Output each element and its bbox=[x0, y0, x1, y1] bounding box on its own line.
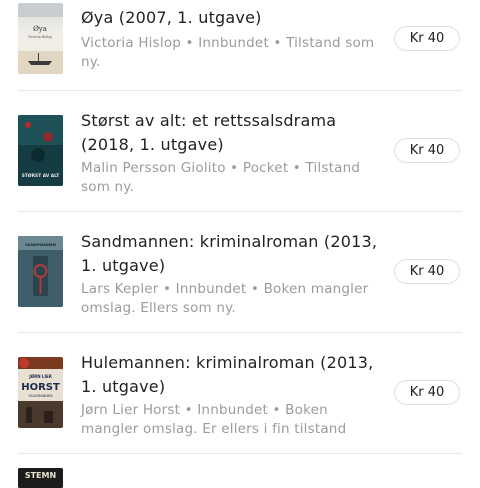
svg-text:JØRN LIER: JØRN LIER bbox=[28, 374, 52, 379]
price-button[interactable]: Kr 40 bbox=[394, 259, 460, 284]
book-title[interactable]: Øya (2007, 1. utgave) bbox=[81, 6, 381, 30]
book-meta: Lars Kepler • Innbundet • Boken mangler … bbox=[81, 281, 369, 316]
list-item[interactable]: Øya Victoria Hislop Øya (2007, 1. utgave… bbox=[0, 0, 480, 90]
list-item[interactable]: JØRN LIER HORST HULEMANNEN Hulemannen: k… bbox=[0, 333, 480, 453]
book-listing: Øya Victoria Hislop Øya (2007, 1. utgave… bbox=[0, 0, 480, 488]
book-cover-storst-av-alt-icon: STØRST AV ALT bbox=[18, 115, 63, 186]
book-meta: Malin Persson Giolito • Pocket • Tilstan… bbox=[81, 160, 361, 195]
price-button[interactable]: Kr 40 bbox=[394, 26, 460, 51]
svg-text:HORST: HORST bbox=[21, 382, 60, 393]
book-meta: Jørn Lier Horst • Innbundet • Boken mang… bbox=[81, 402, 347, 437]
price-button[interactable]: Kr 40 bbox=[394, 138, 460, 163]
book-title[interactable]: Størst av alt: et rettssalsdrama (2018, … bbox=[81, 109, 381, 157]
svg-text:SANDMANNEN: SANDMANNEN bbox=[25, 242, 56, 247]
svg-text:HULEMANNEN: HULEMANNEN bbox=[28, 394, 53, 398]
book-cover-oya-icon: Øya Victoria Hislop bbox=[18, 3, 63, 74]
book-cover-sandmannen-icon: SANDMANNEN bbox=[18, 236, 63, 307]
list-item[interactable]: STEMN bbox=[0, 454, 480, 488]
list-item[interactable]: STØRST AV ALT Størst av alt: et rettssal… bbox=[0, 91, 480, 211]
book-title[interactable]: Sandmannen: kriminalroman (2013, 1. utga… bbox=[81, 230, 381, 278]
book-cover-partial-icon: STEMN bbox=[18, 468, 63, 488]
book-meta: Victoria Hislop • Innbundet • Tilstand s… bbox=[81, 35, 375, 70]
price-button[interactable]: Kr 40 bbox=[394, 380, 460, 405]
list-item[interactable]: SANDMANNEN Sandmannen: kriminalroman (20… bbox=[0, 212, 480, 332]
svg-text:STEMN: STEMN bbox=[25, 471, 56, 480]
svg-text:Øya: Øya bbox=[33, 25, 47, 33]
svg-text:STØRST AV ALT: STØRST AV ALT bbox=[22, 172, 59, 179]
book-cover-hulemannen-icon: JØRN LIER HORST HULEMANNEN bbox=[18, 357, 63, 428]
book-title[interactable]: Hulemannen: kriminalroman (2013, 1. utga… bbox=[81, 351, 381, 399]
svg-text:Victoria Hislop: Victoria Hislop bbox=[27, 35, 52, 39]
